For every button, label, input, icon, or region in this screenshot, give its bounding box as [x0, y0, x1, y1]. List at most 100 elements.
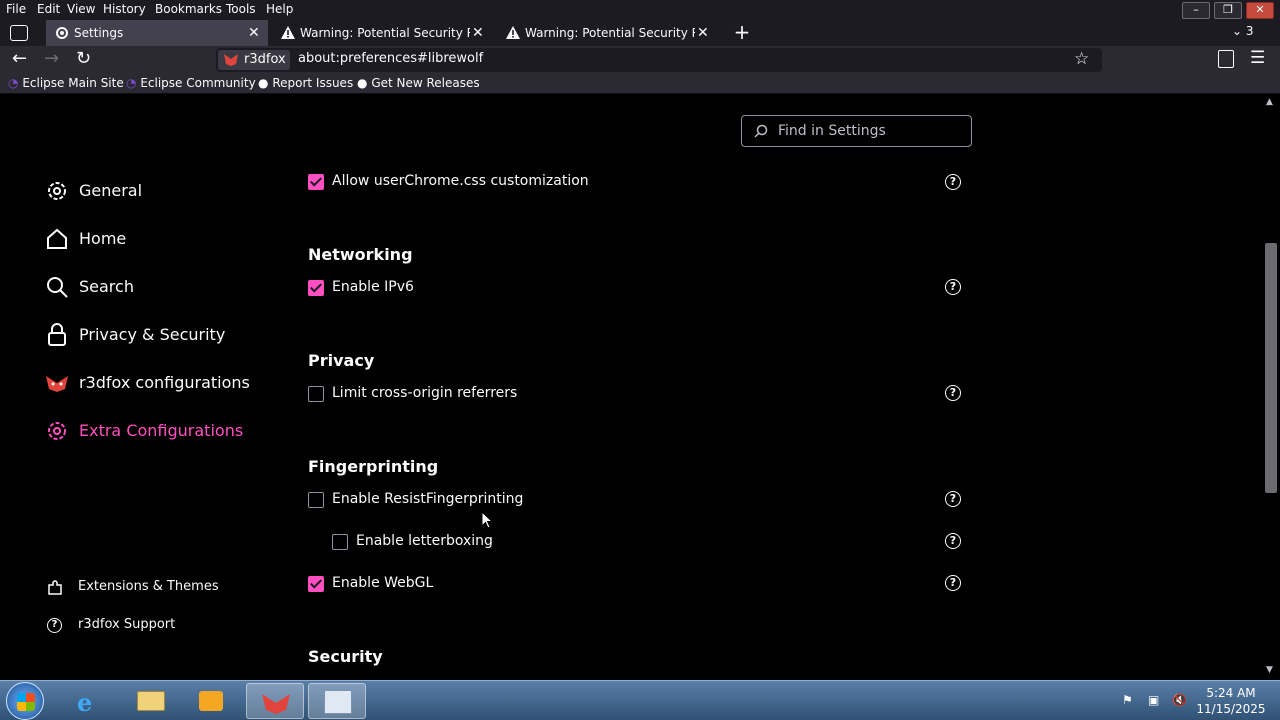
window-icon	[324, 690, 352, 714]
volume-muted-icon[interactable]: 🔇	[1172, 693, 1187, 707]
internet-explorer-icon: e	[77, 688, 93, 717]
option-ipv6[interactable]: Enable IPv6	[308, 279, 908, 299]
menu-view[interactable]: View	[67, 2, 95, 16]
menu-tools[interactable]: Tools	[226, 2, 256, 16]
bookmark-label: Report Issues	[272, 76, 354, 90]
network-icon[interactable]: ▣	[1148, 693, 1159, 707]
taskbar-r3dfox[interactable]	[246, 683, 304, 719]
checkbox-userchrome[interactable]	[308, 174, 324, 190]
bookmark-label: Get New Releases	[371, 76, 480, 90]
identity-box[interactable]: r3dfox	[218, 50, 290, 70]
menu-help[interactable]: Help	[266, 2, 293, 16]
url-text: about:preferences#librewolf	[298, 51, 484, 66]
tab-settings[interactable]: Settings ✕	[46, 20, 268, 46]
option-userchrome[interactable]: Allow userChrome.css customization	[308, 173, 908, 193]
help-icon[interactable]: ?	[945, 533, 961, 549]
checkbox-letterboxing[interactable]	[332, 534, 348, 550]
taskbar-internet-explorer[interactable]: e	[62, 683, 120, 719]
option-label: Enable ResistFingerprinting	[332, 491, 524, 507]
option-webgl[interactable]: Enable WebGL	[308, 575, 908, 595]
bookmarks-toolbar: ◔ Eclipse Main Site ◔ Eclipse Community …	[0, 74, 1280, 94]
puzzle-icon	[48, 580, 62, 595]
url-bar[interactable]: r3dfox about:preferences#librewolf ☆	[216, 48, 1102, 72]
tab-count: 3	[1245, 24, 1254, 38]
lock-icon	[48, 323, 66, 346]
section-heading-security: Security	[308, 647, 383, 666]
option-cross-origin-referrers[interactable]: Limit cross-origin referrers	[308, 385, 908, 405]
action-center-flag-icon[interactable]: ⚑	[1122, 693, 1133, 707]
bookmark-star-icon[interactable]: ☆	[1074, 49, 1089, 69]
option-resist-fingerprinting[interactable]: Enable ResistFingerprinting	[308, 491, 908, 511]
menu-bookmarks[interactable]: Bookmarks	[155, 2, 222, 16]
gear-icon	[48, 182, 66, 200]
option-label: Allow userChrome.css customization	[332, 173, 589, 189]
system-clock[interactable]: 5:24 AM 11/15/2025	[1196, 685, 1266, 717]
sidebar-item-label: Home	[79, 229, 127, 248]
scroll-up-icon[interactable]: ▲	[1266, 97, 1273, 107]
scroll-down-icon[interactable]: ▼	[1266, 665, 1273, 675]
checkbox-cross-origin-referrers[interactable]	[308, 386, 324, 402]
extensions-icon[interactable]	[1218, 50, 1234, 68]
help-icon[interactable]: ?	[945, 575, 961, 591]
tab-list-button[interactable]: ⌄ 3	[1232, 24, 1254, 38]
close-window-button[interactable]: ✕	[1246, 2, 1274, 19]
tab-title: Warning: Potential Security Risk	[525, 26, 695, 40]
menu-file[interactable]: File	[6, 2, 26, 16]
page-scrollbar[interactable]: ▲ ▼	[1262, 95, 1280, 680]
menu-history[interactable]: History	[103, 2, 146, 16]
taskbar: e ⚑ ▣ 🔇 5:24 AM 11/15/2025	[0, 680, 1280, 720]
help-icon[interactable]: ?	[945, 491, 961, 507]
gear-icon	[48, 422, 66, 440]
taskbar-file-explorer[interactable]	[122, 683, 180, 719]
option-label: Limit cross-origin referrers	[332, 385, 518, 401]
windows-logo-icon	[17, 693, 35, 711]
option-label: Enable WebGL	[332, 575, 434, 591]
tab-warning-1[interactable]: Warning: Potential Security Risk ✕	[272, 20, 494, 46]
tab-warning-2[interactable]: Warning: Potential Security Risk ✕	[497, 20, 719, 46]
sidebar-item-label: Extra Configurations	[79, 421, 244, 440]
clock-date: 11/15/2025	[1196, 702, 1266, 716]
close-tab-icon[interactable]: ✕	[248, 20, 260, 46]
option-letterboxing[interactable]: Enable letterboxing	[332, 533, 908, 553]
github-icon: ●	[258, 76, 269, 90]
search-icon	[754, 124, 768, 138]
mouse-cursor-icon	[481, 511, 493, 529]
checkbox-ipv6[interactable]	[308, 280, 324, 296]
taskbar-window[interactable]	[308, 683, 366, 719]
back-button[interactable]: ←	[12, 48, 27, 69]
reload-button[interactable]: ↻	[76, 48, 91, 69]
sidebar-item-label: r3dfox configurations	[79, 373, 250, 392]
home-icon	[47, 228, 67, 249]
r3dfox-icon	[262, 694, 290, 714]
warning-icon	[506, 26, 520, 39]
bookmark-eclipse-main-site[interactable]: ◔ Eclipse Main Site	[8, 76, 124, 90]
help-icon[interactable]: ?	[945, 279, 961, 295]
checkbox-webgl[interactable]	[308, 576, 324, 592]
tab-manager-icon[interactable]	[10, 25, 28, 41]
taskbar-media-player[interactable]	[182, 683, 240, 719]
maximize-button[interactable]: ❐	[1214, 2, 1242, 19]
minimize-button[interactable]: –	[1182, 2, 1210, 19]
bookmark-label: Eclipse Main Site	[22, 76, 124, 90]
new-tab-button[interactable]: +	[732, 22, 752, 44]
sidebar-item-label: General	[79, 181, 143, 200]
menu-edit[interactable]: Edit	[37, 2, 60, 16]
menu-bar: File Edit View History Bookmarks Tools H…	[0, 0, 1280, 20]
find-in-settings-input[interactable]: Find in Settings	[741, 115, 972, 147]
bookmark-report-issues[interactable]: ● Report Issues	[258, 76, 353, 90]
section-heading-fingerprinting: Fingerprinting	[308, 457, 439, 476]
media-player-icon	[199, 691, 223, 711]
help-icon[interactable]: ?	[945, 174, 961, 190]
help-icon[interactable]: ?	[945, 385, 961, 401]
checkbox-resist-fingerprinting[interactable]	[308, 492, 324, 508]
close-tab-icon[interactable]: ✕	[697, 20, 709, 46]
sidebar-item-label: Search	[79, 277, 134, 296]
bookmark-eclipse-community[interactable]: ◔ Eclipse Community	[126, 76, 256, 90]
forward-button[interactable]: →	[44, 48, 59, 69]
scrollbar-thumb[interactable]	[1265, 243, 1277, 493]
bookmark-get-new-releases[interactable]: ● Get New Releases	[357, 76, 480, 90]
start-button[interactable]	[6, 682, 44, 720]
hamburger-menu-icon[interactable]: ☰	[1250, 48, 1265, 68]
preferences-page: Find in Settings General Home Search Pri…	[0, 95, 1280, 680]
close-tab-icon[interactable]: ✕	[472, 20, 484, 46]
